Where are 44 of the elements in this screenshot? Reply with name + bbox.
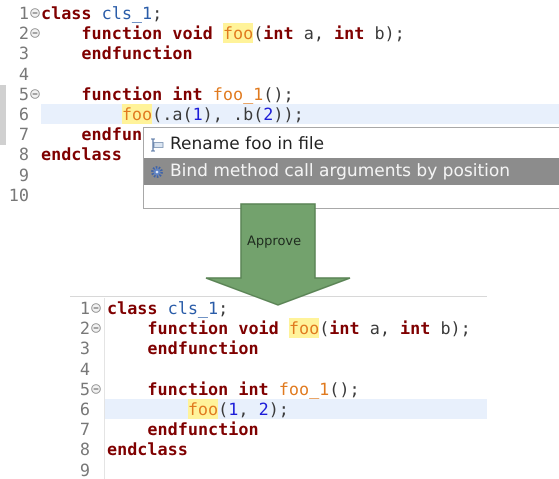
fold-icon[interactable]: [91, 303, 101, 314]
line-number: 7: [18, 124, 29, 144]
line-number: 9: [80, 460, 90, 479]
line-number: 5: [80, 378, 90, 399]
line-number: 8: [80, 439, 90, 460]
code-line: endfunction: [80, 43, 193, 64]
arrow-label: Approve: [247, 233, 302, 251]
fold-icon[interactable]: [30, 28, 40, 38]
code-line: endfunction: [146, 338, 259, 358]
line-number: 6: [80, 398, 90, 420]
line-number: 7: [80, 419, 90, 440]
line-number: 3: [80, 338, 90, 359]
line-number: 1: [80, 298, 90, 318]
code-line: endfun: [80, 124, 142, 144]
scrollbar[interactable]: [0, 85, 6, 145]
fold-icon[interactable]: [91, 323, 101, 334]
line-number: 6: [18, 104, 29, 124]
code-line: function void foo(int a, int b);: [146, 318, 471, 338]
code-line: function int foo_1();: [80, 84, 294, 104]
menu-item[interactable]: Rename foo in file: [144, 131, 559, 158]
code-line: endclass: [41, 144, 122, 164]
code-line: endclass: [107, 439, 188, 460]
line-number: 2: [18, 23, 29, 44]
fold-icon[interactable]: [30, 8, 40, 18]
line-number: 1: [18, 3, 29, 24]
code-line: function void foo(int a, int b);: [80, 23, 405, 44]
code-line: class cls_1;: [41, 3, 162, 23]
line-number: 2: [80, 318, 90, 338]
line-number: 4: [18, 64, 29, 84]
fold-icon[interactable]: [30, 88, 40, 99]
gear-icon: [150, 164, 164, 178]
fold-icon[interactable]: [91, 384, 101, 394]
line-number: 8: [18, 144, 29, 165]
line-number: 9: [18, 164, 29, 185]
rename-icon: [150, 136, 164, 152]
code-line: foo(1, 2);: [186, 398, 289, 419]
line-number: 4: [80, 358, 90, 379]
code-line: endfunction: [146, 419, 259, 440]
line-number: 10: [8, 184, 29, 205]
line-number: 3: [18, 43, 29, 64]
code-line: class cls_1;: [107, 298, 228, 318]
code-line: foo(.a(1), .b(2));: [120, 104, 304, 124]
line-number: 5: [18, 84, 29, 104]
code-line: function int foo_1();: [146, 378, 360, 399]
